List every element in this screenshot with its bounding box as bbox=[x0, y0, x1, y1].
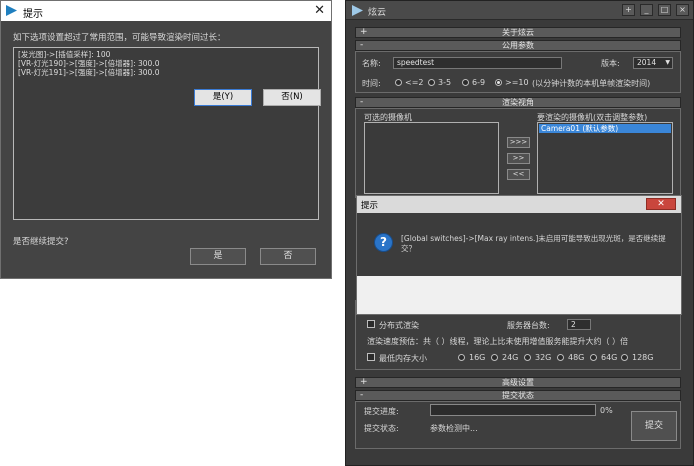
memory-option-label: 32G bbox=[535, 353, 552, 362]
warning-details-textbox[interactable]: [发光图]->[插值采样]: 100 [VR-灯光190]->[强度]->[倍增… bbox=[13, 47, 319, 220]
distributed-label: 分布式渲染 bbox=[379, 321, 419, 330]
time-note: (以分钟计数的本机单帧渲染时间) bbox=[532, 79, 651, 88]
memory-radio[interactable] bbox=[524, 354, 531, 361]
name-input[interactable]: speedtest bbox=[393, 57, 562, 69]
window-titlebar: 炫云 + _ □ × bbox=[346, 1, 693, 20]
min-memory-label: 最低内存大小 bbox=[379, 354, 427, 363]
app-logo-icon bbox=[6, 5, 17, 16]
memory-option-label: 48G bbox=[568, 353, 585, 362]
minus-icon: - bbox=[360, 40, 364, 50]
pin-icon[interactable]: + bbox=[622, 4, 635, 16]
close-icon[interactable]: ✕ bbox=[314, 3, 325, 18]
memory-radio[interactable] bbox=[458, 354, 465, 361]
minimize-icon[interactable]: _ bbox=[640, 4, 653, 16]
plus-icon: + bbox=[360, 377, 368, 387]
progress-percent: 0% bbox=[600, 406, 613, 415]
memory-option-label: 24G bbox=[502, 353, 519, 362]
detail-line: [VR-灯光190]->[强度]->[倍增器]: 300.0 bbox=[18, 59, 160, 68]
no-button[interactable]: 否 bbox=[260, 248, 316, 265]
min-memory-checkbox[interactable] bbox=[367, 353, 375, 361]
advanced-rollout[interactable]: + 高级设置 bbox=[355, 377, 681, 388]
dialog-titlebar: 提示 ✕ bbox=[1, 1, 331, 21]
dialog-footer bbox=[357, 276, 681, 314]
dialog-titlebar: 提示 ✕ bbox=[357, 196, 681, 213]
maximize-icon[interactable]: □ bbox=[658, 4, 671, 16]
close-icon[interactable]: × bbox=[676, 4, 689, 16]
memory-option-label: 128G bbox=[632, 353, 654, 362]
plus-icon: + bbox=[360, 27, 368, 37]
dialog-body: ? [Global switches]->[Max ray intens.]未启… bbox=[357, 213, 681, 276]
window-title: 炫云 bbox=[368, 8, 387, 18]
render-view-rollout[interactable]: - 渲染视角 bbox=[355, 97, 681, 108]
time-option-label: >=10 bbox=[505, 78, 529, 87]
time-option-label: 6-9 bbox=[472, 78, 486, 87]
submit-status-rollout[interactable]: - 提交状态 bbox=[355, 390, 681, 401]
ray-intensity-prompt-dialog: 提示 ✕ ? [Global switches]->[Max ray inten… bbox=[356, 195, 682, 315]
detail-line: [VR-灯光191]->[强度]->[倍增器]: 300.0 bbox=[18, 68, 160, 77]
yes-button[interactable]: 是 bbox=[190, 248, 246, 265]
memory-radio[interactable] bbox=[491, 354, 498, 361]
no-button[interactable]: 否(N) bbox=[263, 89, 321, 106]
rollout-label: 提交状态 bbox=[502, 391, 534, 400]
memory-option-label: 64G bbox=[601, 353, 618, 362]
time-label: 时间: bbox=[362, 79, 381, 88]
version-select[interactable]: 2014 ▼ bbox=[633, 57, 673, 69]
yes-button[interactable]: 是(Y) bbox=[194, 89, 252, 106]
remove-button[interactable]: << bbox=[507, 169, 530, 180]
submit-progress-bar bbox=[430, 404, 596, 416]
server-count-label: 服务器台数: bbox=[507, 321, 550, 330]
status-label: 提交状态: bbox=[364, 424, 399, 433]
app-logo-icon bbox=[352, 5, 363, 16]
time-option-label: <=2 bbox=[405, 78, 424, 87]
prompt-message: [Global switches]->[Max ray intens.]未启用可… bbox=[401, 234, 666, 253]
available-cameras-list[interactable] bbox=[364, 122, 499, 194]
rollout-label: 公用参数 bbox=[502, 41, 534, 50]
minus-icon: - bbox=[360, 390, 364, 400]
rollout-label: 渲染视角 bbox=[502, 98, 534, 107]
rollout-label: 关于炫云 bbox=[502, 28, 534, 37]
distributed-checkbox[interactable] bbox=[367, 320, 375, 328]
time-radio-1[interactable] bbox=[395, 79, 402, 86]
add-button[interactable]: >> bbox=[507, 153, 530, 164]
memory-radio[interactable] bbox=[590, 354, 597, 361]
progress-label: 提交进度: bbox=[364, 407, 399, 416]
detail-line: [发光图]->[插值采样]: 100 bbox=[18, 50, 111, 59]
version-value: 2014 bbox=[637, 58, 657, 67]
warning-message: 如下选项设置超过了常用范围，可能导致渲染时间过长： bbox=[13, 33, 226, 43]
question-icon: ? bbox=[374, 233, 393, 252]
server-count-stepper[interactable]: 2 bbox=[567, 319, 591, 330]
about-rollout[interactable]: + 关于炫云 bbox=[355, 27, 681, 38]
chevron-down-icon: ▼ bbox=[665, 59, 670, 66]
name-label: 名称: bbox=[362, 59, 381, 68]
version-label: 版本: bbox=[601, 59, 620, 68]
rollout-label: 高级设置 bbox=[502, 378, 534, 387]
close-icon[interactable]: ✕ bbox=[646, 198, 676, 210]
options-warning-dialog: 提示 ✕ 如下选项设置超过了常用范围，可能导致渲染时间过长： [发光图]->[插… bbox=[0, 0, 332, 279]
dialog-title: 提示 bbox=[23, 9, 43, 20]
status-value: 参数检测中... bbox=[430, 424, 478, 433]
time-radio-2[interactable] bbox=[428, 79, 435, 86]
time-radio-3[interactable] bbox=[462, 79, 469, 86]
speed-estimate-text: 渲染速度预估：共（ ）线程，理论上比未使用增值服务能提升大约（ ）倍 bbox=[367, 337, 629, 346]
list-item[interactable]: Camera01 (默认参数) bbox=[539, 124, 671, 133]
minus-icon: - bbox=[360, 97, 364, 107]
continue-question: 是否继续提交? bbox=[13, 237, 69, 247]
render-cameras-list[interactable]: Camera01 (默认参数) bbox=[537, 122, 673, 194]
common-params-rollout[interactable]: - 公用参数 bbox=[355, 40, 681, 51]
time-option-label: 3-5 bbox=[438, 78, 452, 87]
memory-radio[interactable] bbox=[557, 354, 564, 361]
submit-button[interactable]: 提交 bbox=[631, 411, 677, 441]
add-all-button[interactable]: >>> bbox=[507, 137, 530, 148]
memory-option-label: 16G bbox=[469, 353, 486, 362]
memory-radio[interactable] bbox=[621, 354, 628, 361]
time-radio-4[interactable] bbox=[495, 79, 502, 86]
dialog-title: 提示 bbox=[361, 201, 379, 211]
